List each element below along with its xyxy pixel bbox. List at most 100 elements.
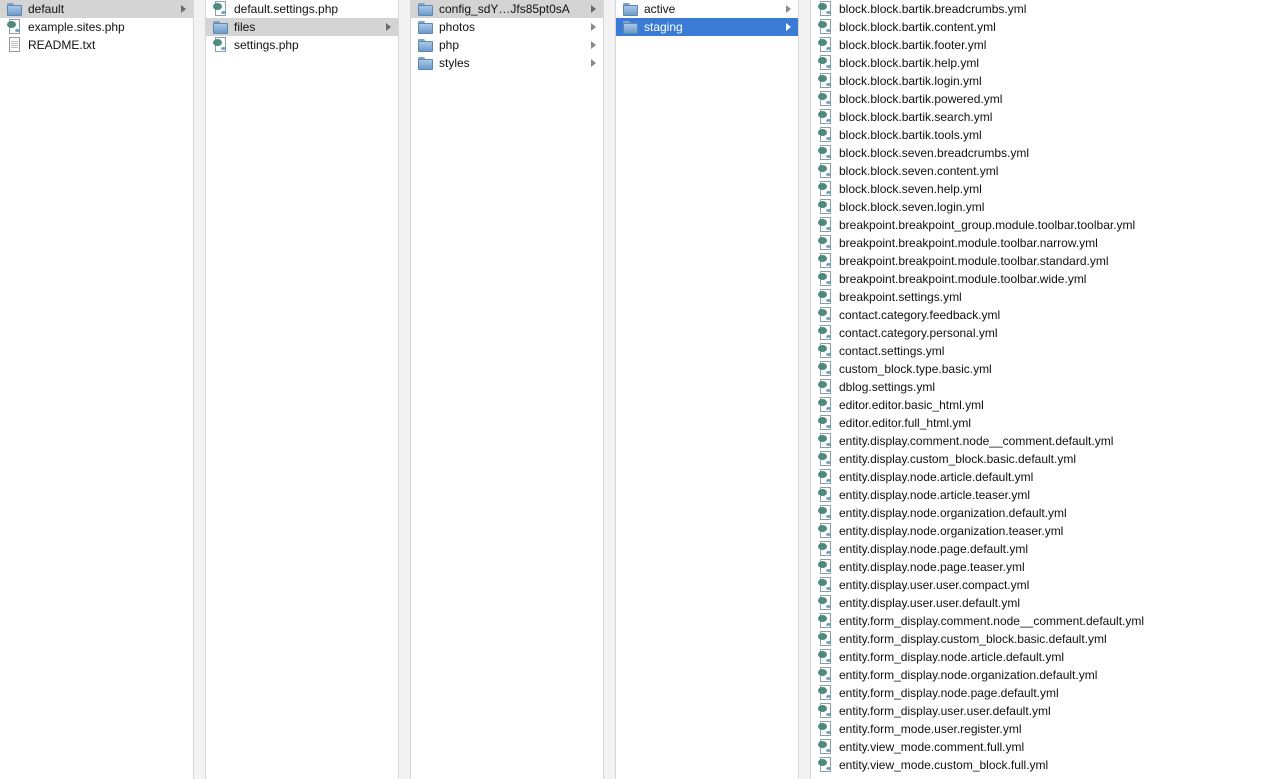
file-item[interactable]: entity.display.node.page.teaser.yml bbox=[811, 558, 1278, 576]
item-label: entity.form_display.node.article.default… bbox=[839, 650, 1064, 664]
item-label: entity.display.node.article.default.yml bbox=[839, 470, 1034, 484]
script-icon bbox=[817, 19, 833, 35]
file-item[interactable]: entity.form_display.comment.node__commen… bbox=[811, 612, 1278, 630]
column-resize-handle[interactable] bbox=[193, 0, 206, 779]
file-item[interactable]: block.block.seven.help.yml bbox=[811, 180, 1278, 198]
item-label: block.block.seven.help.yml bbox=[839, 182, 982, 196]
script-icon bbox=[817, 145, 833, 161]
item-label: entity.display.node.page.default.yml bbox=[839, 542, 1029, 556]
folder-icon bbox=[417, 1, 433, 17]
file-item[interactable]: editor.editor.full_html.yml bbox=[811, 414, 1278, 432]
column-staging[interactable]: block.block.bartik.breadcrumbs.yml block.… bbox=[811, 0, 1278, 779]
file-item[interactable]: breakpoint.breakpoint.module.toolbar.wid… bbox=[811, 270, 1278, 288]
file-item[interactable]: block.block.seven.content.yml bbox=[811, 162, 1278, 180]
item-label: entity.form_mode.user.register.yml bbox=[839, 722, 1022, 736]
file-item[interactable]: entity.display.node.article.default.yml bbox=[811, 468, 1278, 486]
disclosure-arrow-icon bbox=[179, 0, 187, 18]
file-item[interactable]: block.block.seven.login.yml bbox=[811, 198, 1278, 216]
file-item[interactable]: entity.form_display.node.organization.de… bbox=[811, 666, 1278, 684]
file-item[interactable]: block.block.bartik.footer.yml bbox=[811, 36, 1278, 54]
item-label: entity.display.node.organization.teaser.… bbox=[839, 524, 1064, 538]
file-item[interactable]: entity.form_display.custom_block.basic.d… bbox=[811, 630, 1278, 648]
file-item[interactable]: entity.display.node.article.teaser.yml bbox=[811, 486, 1278, 504]
item-label: contact.category.personal.yml bbox=[839, 326, 998, 340]
file-item[interactable]: entity.form_display.node.page.default.ym… bbox=[811, 684, 1278, 702]
file-item[interactable]: settings.php bbox=[206, 36, 398, 54]
script-icon bbox=[817, 415, 833, 431]
column-files[interactable]: config_sdY…Jfs85pt0sA photos php styles bbox=[411, 0, 603, 779]
file-item[interactable]: block.block.bartik.content.yml bbox=[811, 18, 1278, 36]
file-item[interactable]: contact.category.feedback.yml bbox=[811, 306, 1278, 324]
file-item[interactable]: contact.category.personal.yml bbox=[811, 324, 1278, 342]
column-config[interactable]: active staging bbox=[616, 0, 798, 779]
folder-item[interactable]: php bbox=[411, 36, 603, 54]
folder-item[interactable]: staging bbox=[616, 18, 798, 36]
file-item[interactable]: breakpoint.settings.yml bbox=[811, 288, 1278, 306]
file-item[interactable]: README.txt bbox=[0, 36, 193, 54]
script-icon bbox=[817, 523, 833, 539]
item-label: default.settings.php bbox=[234, 2, 339, 16]
file-item[interactable]: entity.display.user.user.compact.yml bbox=[811, 576, 1278, 594]
file-item[interactable]: entity.display.node.page.default.yml bbox=[811, 540, 1278, 558]
file-item[interactable]: dblog.settings.yml bbox=[811, 378, 1278, 396]
file-item[interactable]: entity.form_display.user.user.default.ym… bbox=[811, 702, 1278, 720]
file-item[interactable]: block.block.bartik.help.yml bbox=[811, 54, 1278, 72]
file-item[interactable]: breakpoint.breakpoint_group.module.toolb… bbox=[811, 216, 1278, 234]
script-icon bbox=[817, 199, 833, 215]
column-resize-handle[interactable] bbox=[798, 0, 811, 779]
script-icon bbox=[817, 505, 833, 521]
folder-item[interactable]: config_sdY…Jfs85pt0sA bbox=[411, 0, 603, 18]
script-icon bbox=[817, 595, 833, 611]
folder-item[interactable]: files bbox=[206, 18, 398, 36]
item-label: entity.form_display.comment.node__commen… bbox=[839, 614, 1145, 628]
file-item[interactable]: entity.form_mode.user.register.yml bbox=[811, 720, 1278, 738]
file-item[interactable]: entity.display.user.user.default.yml bbox=[811, 594, 1278, 612]
file-item[interactable]: block.block.bartik.tools.yml bbox=[811, 126, 1278, 144]
script-icon bbox=[817, 253, 833, 269]
file-item[interactable]: entity.form_display.node.article.default… bbox=[811, 648, 1278, 666]
item-label: active bbox=[644, 2, 676, 16]
item-label: block.block.bartik.login.yml bbox=[839, 74, 982, 88]
file-item[interactable]: entity.display.node.organization.teaser.… bbox=[811, 522, 1278, 540]
item-label: php bbox=[439, 38, 460, 52]
column-default[interactable]: default.settings.php files settings.php bbox=[206, 0, 398, 779]
script-icon bbox=[817, 361, 833, 377]
file-item[interactable]: entity.view_mode.custom_block.full.yml bbox=[811, 756, 1278, 774]
item-label: editor.editor.full_html.yml bbox=[839, 416, 972, 430]
file-item[interactable]: example.sites.php bbox=[0, 18, 193, 36]
file-item[interactable]: entity.display.node.organization.default… bbox=[811, 504, 1278, 522]
item-label: breakpoint.breakpoint.module.toolbar.sta… bbox=[839, 254, 1109, 268]
file-item[interactable]: block.block.bartik.search.yml bbox=[811, 108, 1278, 126]
file-item[interactable]: block.block.bartik.powered.yml bbox=[811, 90, 1278, 108]
file-item[interactable]: entity.view_mode.comment.full.yml bbox=[811, 738, 1278, 756]
disclosure-arrow-icon bbox=[589, 0, 597, 18]
column-resize-handle[interactable] bbox=[603, 0, 616, 779]
file-item[interactable]: entity.display.comment.node__comment.def… bbox=[811, 432, 1278, 450]
folder-icon bbox=[417, 19, 433, 35]
column-sites[interactable]: default example.sites.php README.txt bbox=[0, 0, 193, 779]
file-item[interactable]: contact.settings.yml bbox=[811, 342, 1278, 360]
file-item[interactable]: block.block.bartik.breadcrumbs.yml bbox=[811, 0, 1278, 18]
folder-item[interactable]: active bbox=[616, 0, 798, 18]
file-item[interactable]: breakpoint.breakpoint.module.toolbar.nar… bbox=[811, 234, 1278, 252]
file-item[interactable]: custom_block.type.basic.yml bbox=[811, 360, 1278, 378]
script-icon bbox=[817, 271, 833, 287]
file-item[interactable]: editor.editor.basic_html.yml bbox=[811, 396, 1278, 414]
file-item[interactable]: default.settings.php bbox=[206, 0, 398, 18]
script-icon bbox=[817, 37, 833, 53]
column-resize-handle[interactable] bbox=[398, 0, 411, 779]
file-item[interactable]: breakpoint.breakpoint.module.toolbar.sta… bbox=[811, 252, 1278, 270]
script-icon bbox=[817, 757, 833, 773]
item-label: block.block.bartik.breadcrumbs.yml bbox=[839, 2, 1027, 16]
folder-item[interactable]: default bbox=[0, 0, 193, 18]
item-label: block.block.seven.login.yml bbox=[839, 200, 985, 214]
folder-item[interactable]: photos bbox=[411, 18, 603, 36]
folder-item[interactable]: styles bbox=[411, 54, 603, 72]
script-icon bbox=[817, 1, 833, 17]
disclosure-arrow-icon bbox=[784, 0, 792, 18]
file-item[interactable]: block.block.seven.breadcrumbs.yml bbox=[811, 144, 1278, 162]
file-item[interactable]: entity.display.custom_block.basic.defaul… bbox=[811, 450, 1278, 468]
script-icon bbox=[817, 613, 833, 629]
item-label: example.sites.php bbox=[28, 20, 125, 34]
file-item[interactable]: block.block.bartik.login.yml bbox=[811, 72, 1278, 90]
